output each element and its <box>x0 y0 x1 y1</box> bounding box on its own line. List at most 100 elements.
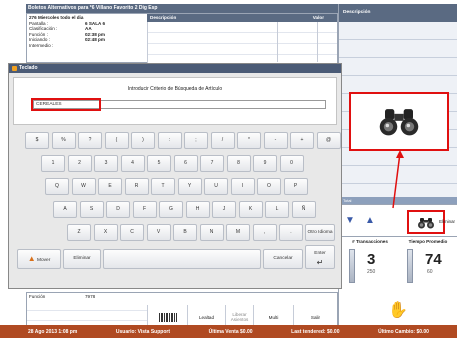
key-Y[interactable]: Y <box>177 178 202 195</box>
space-key[interactable] <box>103 249 261 269</box>
enter-icon: ↵ <box>316 258 324 267</box>
key-6-row1[interactable]: ; <box>184 132 208 149</box>
tiempo-sub: 60 <box>427 269 433 275</box>
stat-tiempo: Tiempo Promedio 74 60 <box>399 239 457 287</box>
key-11-row1[interactable]: @ <box>316 132 341 149</box>
key-row5-8[interactable]: . <box>279 224 303 241</box>
key-row5-1[interactable]: X <box>93 224 118 241</box>
scroll-up-icon[interactable]: ▲ <box>365 215 375 226</box>
key-E[interactable]: E <box>98 178 122 195</box>
key-9[interactable]: 9 <box>253 155 277 172</box>
eliminar-key[interactable]: Eliminar <box>63 249 101 269</box>
key-2-row1[interactable]: ? <box>78 132 102 149</box>
mover-label: Mover <box>36 258 51 263</box>
eliminar-item-button[interactable]: Eliminar <box>439 219 455 224</box>
stat-transacciones: # Transacciones 3 250 <box>341 239 399 287</box>
key-I[interactable]: I <box>230 178 255 195</box>
tiempo-value: 74 <box>425 251 442 268</box>
key-row5-3[interactable]: V <box>146 224 171 241</box>
key-8-row1[interactable]: * <box>237 132 261 149</box>
key-3[interactable]: 3 <box>94 155 118 172</box>
barcode-icon <box>158 312 177 322</box>
key-0-row1[interactable]: $ <box>25 132 49 149</box>
key-6[interactable]: 6 <box>173 155 198 172</box>
key-7[interactable]: 7 <box>200 155 224 172</box>
key-P[interactable]: P <box>283 178 308 195</box>
key-7-row1[interactable]: / <box>210 132 235 149</box>
key-A[interactable]: A <box>53 201 77 218</box>
app-icon <box>12 66 17 71</box>
status-date: 28 Ago 2013 1:08 pm <box>28 328 78 335</box>
search-prompt: Introducir Criterio de Búsqueda de Artíc… <box>127 86 223 92</box>
enter-key[interactable]: Enter ↵ <box>305 245 335 269</box>
status-last-sale: Última Venta $0.00 <box>208 328 253 335</box>
table-divider <box>317 22 318 62</box>
key-9-row1[interactable]: - <box>263 132 288 149</box>
key-D[interactable]: D <box>106 201 130 218</box>
key-8[interactable]: 8 <box>226 155 251 172</box>
binoculars-icon <box>379 109 419 136</box>
mover-key[interactable]: ▲ Mover <box>17 249 61 269</box>
stats-panel: # Transacciones 3 250 Tiempo Promedio 74… <box>338 236 457 288</box>
key-row5-0[interactable]: Z <box>67 224 91 241</box>
key-row5-4[interactable]: B <box>173 224 197 241</box>
scroll-down-icon[interactable]: ▼ <box>345 215 355 226</box>
key-row5-6[interactable]: M <box>226 224 250 241</box>
key-U[interactable]: U <box>204 178 228 195</box>
col-valor: Valor <box>312 15 324 20</box>
top-bar-title: Boletos Alternativos para *6 Villano Fav… <box>26 4 338 13</box>
key-G[interactable]: G <box>159 201 183 218</box>
key-3-row1[interactable]: ( <box>104 132 129 149</box>
nav-strip: ▼ ▲ Eliminar <box>338 204 457 236</box>
key-K[interactable]: K <box>238 201 263 218</box>
order-header: Descripción <box>339 4 457 22</box>
info-row-intermedio: Intermedio : <box>29 42 54 48</box>
key-J[interactable]: J <box>212 201 236 218</box>
key-1-row1[interactable]: % <box>51 132 76 149</box>
key-row5-5[interactable]: N <box>199 224 224 241</box>
status-last-tendered: Last tendered: $0.00 <box>291 328 340 335</box>
key-S[interactable]: S <box>79 201 104 218</box>
dialog-titlebar: Teclado <box>9 64 341 73</box>
key-O[interactable]: O <box>257 178 281 195</box>
binoculars-icon <box>418 218 434 229</box>
tiempo-gauge <box>407 249 413 283</box>
key-L[interactable]: L <box>265 201 289 218</box>
key-Ñ[interactable]: Ñ <box>291 201 316 218</box>
search-area: Introducir Criterio de Búsqueda de Artíc… <box>13 77 337 125</box>
key-T[interactable]: T <box>151 178 175 195</box>
key-F[interactable]: F <box>132 201 157 218</box>
key-row5-7[interactable]: , <box>252 224 277 241</box>
status-bar: 28 Ago 2013 1:08 pm Usuario: Vista Suppo… <box>0 325 457 338</box>
key-Q[interactable]: Q <box>45 178 69 195</box>
session-info: 276 Miercoles todo el dia Pantalla :6 SA… <box>27 14 147 63</box>
keyboard-dialog: Teclado Introducir Criterio de Búsqueda … <box>8 63 342 289</box>
dialog-title: Teclado <box>19 65 38 71</box>
key-10-row1[interactable]: + <box>290 132 314 149</box>
trans-gauge <box>349 249 355 283</box>
key-5-row1[interactable]: : <box>157 132 182 149</box>
table-divider <box>277 22 278 62</box>
key-R[interactable]: R <box>124 178 149 195</box>
status-last-change: Último Cambio: $0.00 <box>378 328 429 335</box>
key-4-row1[interactable]: ) <box>131 132 155 149</box>
key-W[interactable]: W <box>71 178 96 195</box>
otro-idioma-key[interactable]: Otro Idioma <box>305 224 335 241</box>
key-4[interactable]: 4 <box>120 155 145 172</box>
desc-table-header: Descripción Valor <box>147 14 337 22</box>
ticket-info-panel: 276 Miercoles todo el dia Pantalla :6 SA… <box>26 13 338 63</box>
key-H[interactable]: H <box>185 201 210 218</box>
mover-icon: ▲ <box>27 254 36 263</box>
key-row5-2[interactable]: C <box>120 224 144 241</box>
key-0[interactable]: 0 <box>279 155 304 172</box>
trans-value: 3 <box>367 251 376 268</box>
desc-table-body[interactable] <box>147 22 337 63</box>
order-total-label: Total <box>339 197 457 204</box>
cancelar-key[interactable]: Cancelar <box>263 249 303 269</box>
key-2[interactable]: 2 <box>67 155 92 172</box>
search-input[interactable] <box>33 100 326 109</box>
key-1[interactable]: 1 <box>41 155 65 172</box>
status-user: Usuario: Vista Support <box>115 328 170 335</box>
key-5[interactable]: 5 <box>147 155 171 172</box>
binoculars-callout <box>349 92 449 151</box>
